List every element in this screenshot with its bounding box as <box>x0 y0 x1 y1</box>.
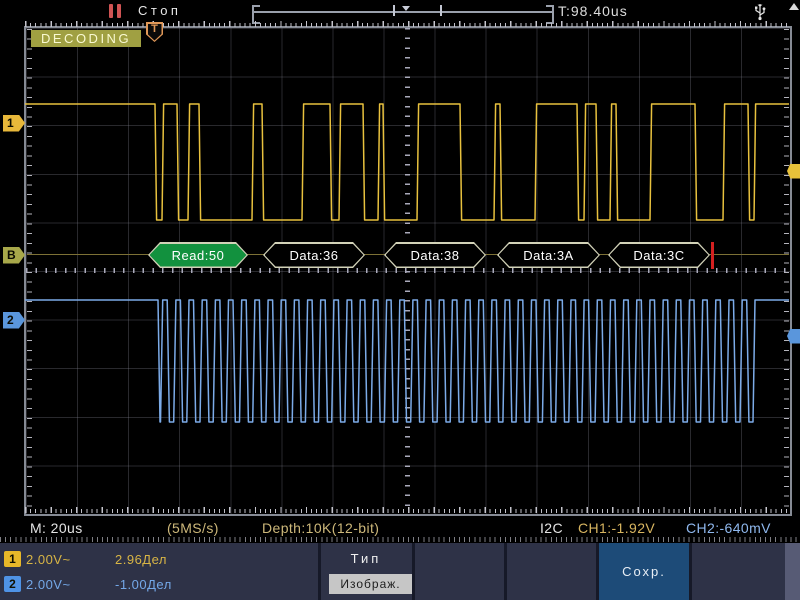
menu-separator <box>689 543 692 600</box>
sample-rate-readout: (5MS/s) <box>167 520 219 536</box>
ch2-trigger-readout: CH2:-640mV <box>686 520 771 536</box>
decode-frame-data-36: Data:36 <box>263 242 365 268</box>
i2c-stop-marker <box>711 242 714 269</box>
decode-frame-data-38: Data:38 <box>384 242 486 268</box>
ch2-scale-readout: 2.00V~ <box>26 577 71 592</box>
ch2-badge[interactable]: 2 <box>4 576 21 592</box>
oscilloscope-screen: Стоп T:98.40us DECODING T Read:50Data:36… <box>0 0 800 600</box>
ch1-zero-marker[interactable]: 1 <box>3 115 25 132</box>
decode-frame-data-3a: Data:3A <box>497 242 600 268</box>
decode-protocol-readout: I2C <box>540 520 563 536</box>
ch1-badge[interactable]: 1 <box>4 551 21 567</box>
ch2-offset-readout: -1.00Дел <box>115 577 172 592</box>
menu-page-strip[interactable] <box>785 543 800 600</box>
ch1-zero-marker-label: 1 <box>7 116 14 130</box>
pause-icon <box>109 4 123 18</box>
save-type-label: Тип <box>320 551 412 566</box>
menu-top-ruler <box>0 537 800 542</box>
decode-frame-read-50: Read:50 <box>148 242 248 268</box>
ch2-zero-marker[interactable]: 2 <box>3 312 25 329</box>
horizontal-position-indicator[interactable] <box>250 2 556 22</box>
decode-bus-marker-label: B <box>7 248 16 262</box>
run-state-label: Стоп <box>138 3 181 18</box>
menu-separator <box>504 543 507 600</box>
trigger-time-readout: T:98.40us <box>558 3 628 19</box>
menu-separator <box>412 543 415 600</box>
usb-icon <box>753 2 767 21</box>
save-type-button[interactable]: Изображ. <box>329 574 412 594</box>
memory-depth-readout: Depth:10K(12-bit) <box>262 520 379 536</box>
top-right-arrow-icon <box>789 3 799 10</box>
timebase-readout: M: 20us <box>30 520 83 536</box>
posbar-pointer-icon <box>402 6 410 11</box>
ch2-zero-marker-label: 2 <box>7 313 14 327</box>
ch1-trigger-readout: CH1:-1.92V <box>578 520 655 536</box>
ch1-offset-readout: 2.96Дел <box>115 552 167 567</box>
decode-bus-marker[interactable]: B <box>3 247 25 264</box>
top-ruler-minor-ticks <box>25 23 791 27</box>
waveform-plot <box>25 28 791 515</box>
save-button[interactable]: Сохр. <box>599 543 689 600</box>
ch1-scale-readout: 2.00V~ <box>26 552 71 567</box>
bottom-menu: 1 2.00V~ 2.96Дел 2 2.00V~ -1.00Дел Тип И… <box>0 543 800 600</box>
posbar-window[interactable] <box>393 5 442 16</box>
decode-frame-data-3c: Data:3C <box>608 242 710 268</box>
